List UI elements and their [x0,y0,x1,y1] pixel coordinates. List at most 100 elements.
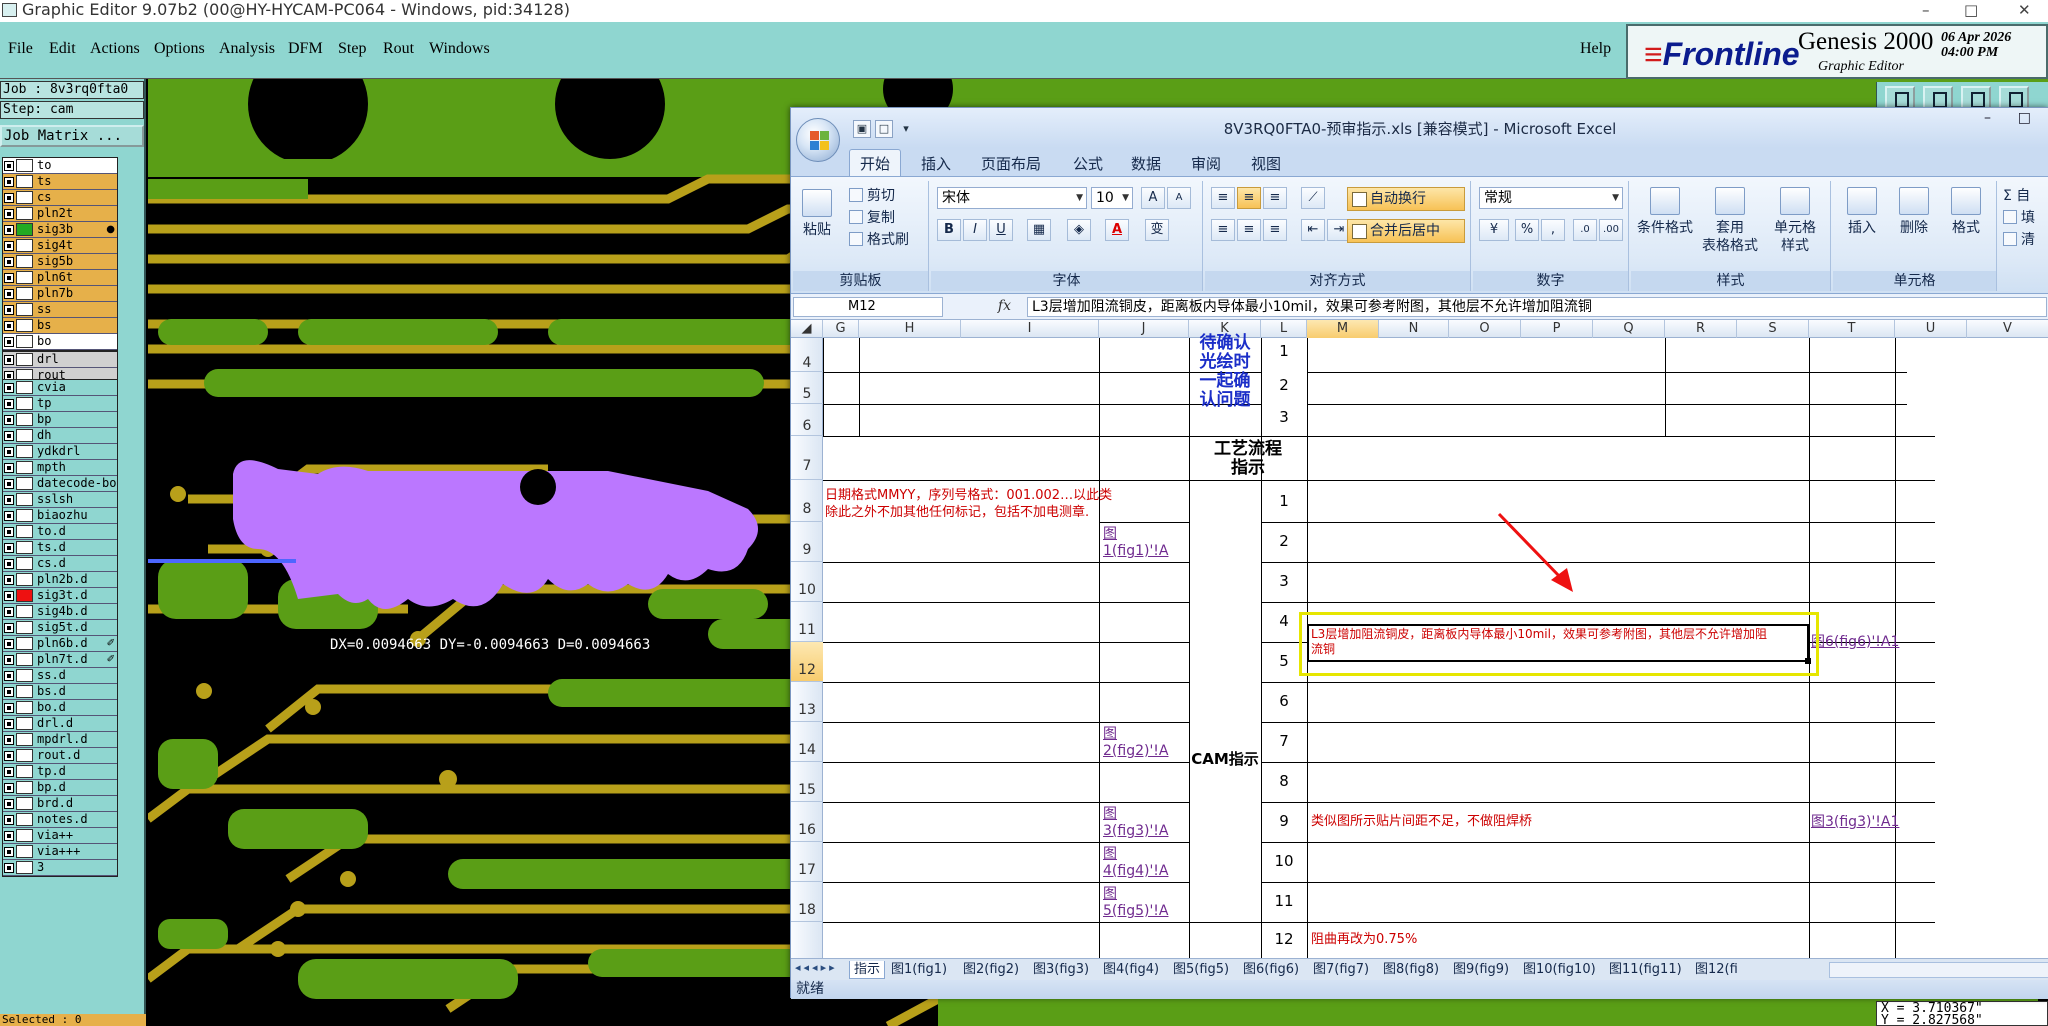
layer-checkbox[interactable] [4,799,14,809]
link-fig1[interactable]: 图 1(fig1)'!A [1103,526,1168,560]
fill-button[interactable]: 填 [2003,209,2035,227]
column-header[interactable]: G [823,320,859,338]
clear-button[interactable]: 清 [2003,231,2035,249]
save-icon[interactable]: ▣ [853,120,871,138]
menu-step[interactable]: Step [338,40,366,58]
layer-checkbox[interactable] [4,703,14,713]
function-icon[interactable]: fx [951,297,1011,317]
layer-color-swatch[interactable] [16,397,33,410]
layer-color-swatch[interactable] [16,733,33,746]
menu-help[interactable]: Help [1580,40,1611,58]
decrease-decimal-icon[interactable]: .00 [1599,219,1623,241]
layer-checkbox[interactable] [4,639,14,649]
layer-color-swatch[interactable] [16,685,33,698]
align-middle-icon[interactable]: ≡ [1237,187,1261,209]
layer-row[interactable]: cs [3,190,117,206]
layer-color-swatch[interactable] [16,207,33,220]
cell-k-pending-issues[interactable]: 待确认 光绘时 一起确 认问题 [1191,334,1259,410]
comma-button[interactable]: , [1541,219,1565,241]
layer-color-swatch[interactable] [16,749,33,762]
maximize-button[interactable]: □ [1964,0,1978,20]
column-header[interactable]: L [1261,320,1307,338]
layer-color-swatch[interactable] [16,829,33,842]
menu-options[interactable]: Options [154,40,205,58]
layer-color-swatch[interactable] [16,353,33,366]
format-cells-button[interactable]: 格式 [1941,187,1991,237]
cell-g8-line2[interactable]: 除此之外不加其他任何标记，包括不加电测章. [825,505,1089,521]
layer-color-swatch[interactable] [16,223,33,236]
link-fig5[interactable]: 图 5(fig5)'!A [1103,886,1168,920]
layer-color-swatch[interactable] [16,621,33,634]
sheet-tab[interactable]: 图7(fig7) [1309,961,1373,979]
layer-checkbox[interactable] [4,831,14,841]
layer-checkbox[interactable] [4,751,14,761]
new-doc-icon[interactable]: □ [875,120,893,138]
layer-color-swatch[interactable] [16,845,33,858]
layer-row[interactable]: tp.d [3,764,117,780]
menu-windows[interactable]: Windows [429,40,490,58]
cell-k-cam-instructions[interactable]: CAM指示 [1189,750,1261,769]
cell-l6[interactable]: 3 [1261,408,1307,426]
layer-row[interactable]: ts [3,174,117,190]
cell-styles-button[interactable]: 单元格 样式 [1763,187,1827,255]
cell-l4[interactable]: 1 [1261,342,1307,360]
sheet-tab[interactable]: 图4(fig4) [1099,961,1163,979]
row-header[interactable]: 15 [791,762,823,802]
excel-maximize-button[interactable]: □ [2018,110,2031,126]
layer-checkbox[interactable] [4,415,14,425]
layer-checkbox[interactable] [4,527,14,537]
autosum-button[interactable]: Σ 自 [2003,187,2030,205]
link-fig6[interactable]: 图6(fig6)'!A1 [1811,634,1899,650]
menu-file[interactable]: File [8,40,33,58]
layer-row[interactable]: mpth [3,460,117,476]
align-bottom-icon[interactable]: ≡ [1263,187,1287,209]
menu-dfm[interactable]: DFM [288,40,323,58]
layer-row[interactable]: ss [3,302,117,318]
layer-color-swatch[interactable] [16,701,33,714]
layer-color-swatch[interactable] [16,413,33,426]
link-fig3[interactable]: 图 3(fig3)'!A [1103,806,1168,840]
orientation-icon[interactable]: ⟋ [1301,187,1325,209]
increase-decimal-icon[interactable]: .0 [1573,219,1597,241]
borders-icon[interactable]: ▦ [1027,219,1051,241]
sheet-tab[interactable]: 图2(fig2) [959,961,1023,979]
currency-icon[interactable]: ¥ [1479,219,1509,241]
decrease-indent-icon[interactable]: ⇤ [1301,219,1325,241]
sheet-tab[interactable]: 图12(fi [1691,961,1742,979]
layer-color-swatch[interactable] [16,605,33,618]
layer-color-swatch[interactable] [16,445,33,458]
layer-checkbox[interactable] [4,735,14,745]
layer-row[interactable]: sig5t.d [3,620,117,636]
layer-color-swatch[interactable] [16,541,33,554]
minimize-button[interactable]: – [1922,0,1930,20]
layer-checkbox[interactable] [4,399,14,409]
layer-checkbox[interactable] [4,671,14,681]
align-top-icon[interactable]: ≡ [1211,187,1235,209]
layer-checkbox[interactable] [4,209,14,219]
layer-row[interactable]: bo [3,334,117,350]
layer-color-swatch[interactable] [16,335,33,348]
excel-minimize-button[interactable]: – [1984,110,1991,126]
format-painter-button[interactable]: 格式刷 [849,231,909,249]
layer-row[interactable]: brd.d [3,796,117,812]
layer-row[interactable]: bs.d [3,684,117,700]
row-header[interactable]: 6 [791,404,823,436]
layer-row[interactable]: rout.d [3,748,117,764]
row-header[interactable]: 13 [791,682,823,722]
cell-m19[interactable]: 阻曲再改为0.75% [1311,932,1417,948]
cell-k7-process[interactable]: 工艺流程 指示 [1189,440,1307,478]
sheet-tab[interactable]: 图8(fig8) [1379,961,1443,979]
layer-row[interactable]: datecode-bo [3,476,117,492]
row-header[interactable]: 17 [791,842,823,882]
percent-button[interactable]: % [1515,219,1539,241]
layer-checkbox[interactable] [4,355,14,365]
fill-color-icon[interactable]: ◈ [1067,219,1091,241]
layer-checkbox[interactable] [4,463,14,473]
layer-checkbox[interactable] [4,431,14,441]
layer-row[interactable]: dh [3,428,117,444]
wrap-text-button[interactable]: 自动换行 [1347,187,1465,211]
layer-color-swatch[interactable] [16,319,33,332]
sheet-tab[interactable]: 图9(fig9) [1449,961,1513,979]
layer-row[interactable]: sig5b [3,254,117,270]
layer-checkbox[interactable] [4,607,14,617]
